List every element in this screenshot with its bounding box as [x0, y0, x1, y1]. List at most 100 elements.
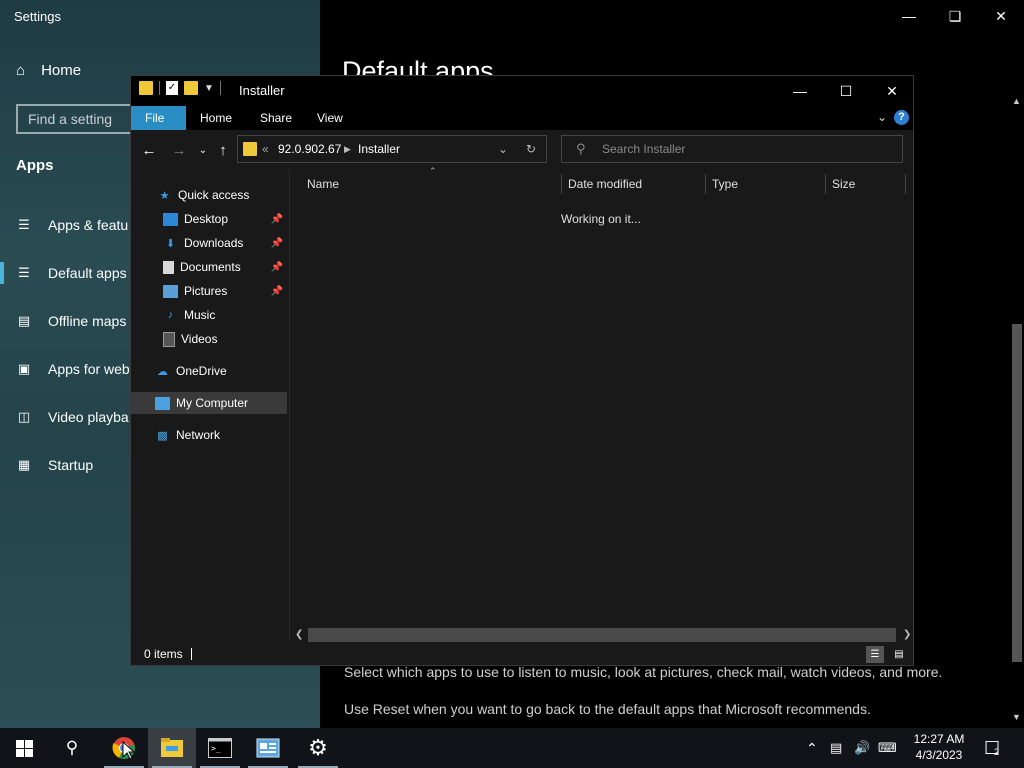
system-clock[interactable]: 12:27 AM 4/3/2023 — [904, 731, 974, 763]
nav-quick-access[interactable]: ★ Quick access — [131, 184, 287, 206]
videos-icon — [163, 331, 175, 347]
control-panel-icon — [256, 738, 280, 758]
horizontal-scroll-thumb[interactable] — [308, 628, 896, 642]
recent-locations-icon[interactable]: ⌄ — [193, 140, 213, 160]
column-size[interactable]: Size — [832, 170, 855, 198]
nav-onedrive[interactable]: ☁ OneDrive — [131, 360, 287, 382]
scroll-down-icon[interactable]: ▼ — [1012, 712, 1021, 722]
show-hidden-icons-button[interactable]: ⌃ — [806, 728, 818, 768]
scroll-left-icon[interactable]: ❮ — [295, 627, 303, 643]
notification-count: 2 — [994, 747, 1000, 757]
tab-home[interactable]: Home — [186, 106, 246, 130]
scroll-right-icon[interactable]: ❯ — [903, 627, 911, 643]
details-view-button[interactable]: ☰ — [866, 646, 884, 663]
forward-button[interactable]: → — [169, 140, 189, 160]
settings-scrollbar[interactable]: ▲ ▼ — [1010, 96, 1024, 726]
download-icon: ⬇ — [165, 237, 176, 250]
help-icon[interactable]: ? — [894, 110, 909, 125]
keyboard-icon[interactable]: ⌨ — [878, 728, 897, 768]
taskbar-command-prompt[interactable]: >_ — [196, 728, 244, 768]
new-folder-icon[interactable] — [184, 81, 198, 95]
settings-minimize-button[interactable]: — — [886, 0, 932, 32]
tab-view[interactable]: View — [303, 106, 357, 130]
navigation-bar: ← → ⌄ ↑ « 92.0.902.67 ▶ Installer ⌄ ↻ ⚲ … — [131, 130, 913, 170]
explorer-titlebar[interactable]: ✓ ▼ Installer — ☐ ✕ — [131, 76, 913, 106]
explorer-close-button[interactable]: ✕ — [869, 76, 915, 106]
pictures-icon — [163, 284, 178, 298]
taskbar-file-explorer[interactable] — [148, 728, 196, 768]
column-type[interactable]: Type — [712, 170, 738, 198]
back-button[interactable]: ← — [139, 140, 159, 160]
cloud-icon: ☁ — [157, 365, 168, 378]
search-input[interactable]: Search Installer — [602, 142, 685, 156]
nav-pictures[interactable]: Pictures 📌 — [131, 280, 287, 302]
tab-share[interactable]: Share — [246, 106, 306, 130]
settings-home-link[interactable]: ⌂ Home — [16, 62, 81, 79]
address-overflow-icon[interactable]: « — [262, 142, 269, 156]
volume-icon[interactable]: 🔊 — [854, 728, 870, 768]
explorer-minimize-button[interactable]: — — [777, 76, 823, 106]
folder-icon — [139, 81, 153, 95]
windows-icon — [15, 739, 33, 757]
terminal-icon: >_ — [208, 738, 232, 758]
column-date-modified[interactable]: Date modified — [568, 170, 642, 198]
properties-icon[interactable]: ✓ — [166, 81, 178, 95]
network-status-icon[interactable]: ▤ — [830, 728, 842, 768]
web-apps-icon: ▣ — [17, 361, 31, 376]
status-bar: 0 items ☰ ▤ — [131, 643, 913, 665]
settings-restore-button[interactable]: ❏ — [932, 0, 978, 32]
home-icon: ⌂ — [16, 62, 26, 79]
item-count: 0 items — [144, 647, 183, 661]
settings-scroll-thumb[interactable] — [1012, 324, 1022, 662]
horizontal-scrollbar[interactable]: ❮ ❯ — [291, 627, 913, 643]
explorer-maximize-button[interactable]: ☐ — [823, 76, 869, 106]
selected-indicator — [0, 262, 4, 284]
column-header: ⌃ Name Date modified Type Size — [291, 166, 915, 198]
folder-icon — [161, 738, 183, 757]
address-dropdown-icon[interactable]: ⌄ — [498, 142, 508, 156]
breadcrumb-version[interactable]: 92.0.902.67 — [278, 142, 341, 156]
taskbar-settings[interactable]: ⚙ — [294, 728, 342, 768]
gear-icon: ⚙ — [308, 735, 328, 760]
action-center-button[interactable]: ☐ 2 — [984, 728, 1000, 768]
computer-icon — [155, 396, 170, 410]
search-button[interactable]: ⚲ — [48, 728, 96, 768]
pin-icon: 📌 — [270, 213, 283, 225]
desktop-icon — [163, 212, 178, 226]
ribbon-tabs: File Home Share View ⌄ ? — [131, 106, 913, 130]
nav-downloads[interactable]: ⬇ Downloads 📌 — [131, 232, 287, 254]
nav-desktop[interactable]: Desktop 📌 — [131, 208, 287, 230]
pin-icon: 📌 — [270, 237, 283, 249]
large-icons-view-button[interactable]: ▤ — [890, 646, 908, 663]
default-apps-description: Select which apps to use to listen to mu… — [344, 664, 943, 680]
up-button[interactable]: ↑ — [213, 140, 233, 160]
nav-my-computer[interactable]: My Computer — [131, 392, 287, 414]
nav-documents[interactable]: Documents 📌 — [131, 256, 287, 278]
expand-ribbon-icon[interactable]: ⌄ — [877, 110, 887, 124]
start-button[interactable] — [0, 728, 48, 768]
nav-music[interactable]: ♪ Music — [131, 304, 287, 326]
nav-network[interactable]: ▩ Network — [131, 424, 287, 446]
breadcrumb-installer[interactable]: Installer — [358, 142, 400, 156]
taskbar-control-panel[interactable] — [244, 728, 292, 768]
customize-quick-access-icon[interactable]: ▼ — [204, 83, 214, 94]
tab-file[interactable]: File — [131, 106, 186, 130]
video-icon: ◫ — [17, 409, 31, 424]
clock-date: 4/3/2023 — [915, 748, 963, 762]
settings-close-button[interactable]: ✕ — [978, 0, 1024, 32]
nav-videos[interactable]: Videos — [131, 328, 287, 350]
file-explorer-window: ✓ ▼ Installer — ☐ ✕ File Home Share View… — [130, 75, 914, 666]
search-box[interactable]: ⚲ Search Installer — [561, 135, 903, 163]
address-bar[interactable]: « 92.0.902.67 ▶ Installer ⌄ ↻ — [237, 135, 547, 163]
search-icon: ⚲ — [65, 738, 79, 757]
startup-icon: ▦ — [17, 457, 31, 472]
column-name[interactable]: Name — [307, 170, 339, 198]
pane-splitter[interactable] — [289, 170, 290, 640]
refresh-icon[interactable]: ↻ — [526, 142, 536, 156]
sort-ascending-icon: ⌃ — [429, 166, 437, 176]
loading-status: Working on it... — [561, 212, 641, 226]
folder-icon — [243, 142, 257, 156]
reset-description: Use Reset when you want to go back to th… — [344, 701, 871, 717]
breadcrumb-separator-icon[interactable]: ▶ — [344, 144, 351, 155]
scroll-up-icon[interactable]: ▲ — [1012, 96, 1021, 106]
